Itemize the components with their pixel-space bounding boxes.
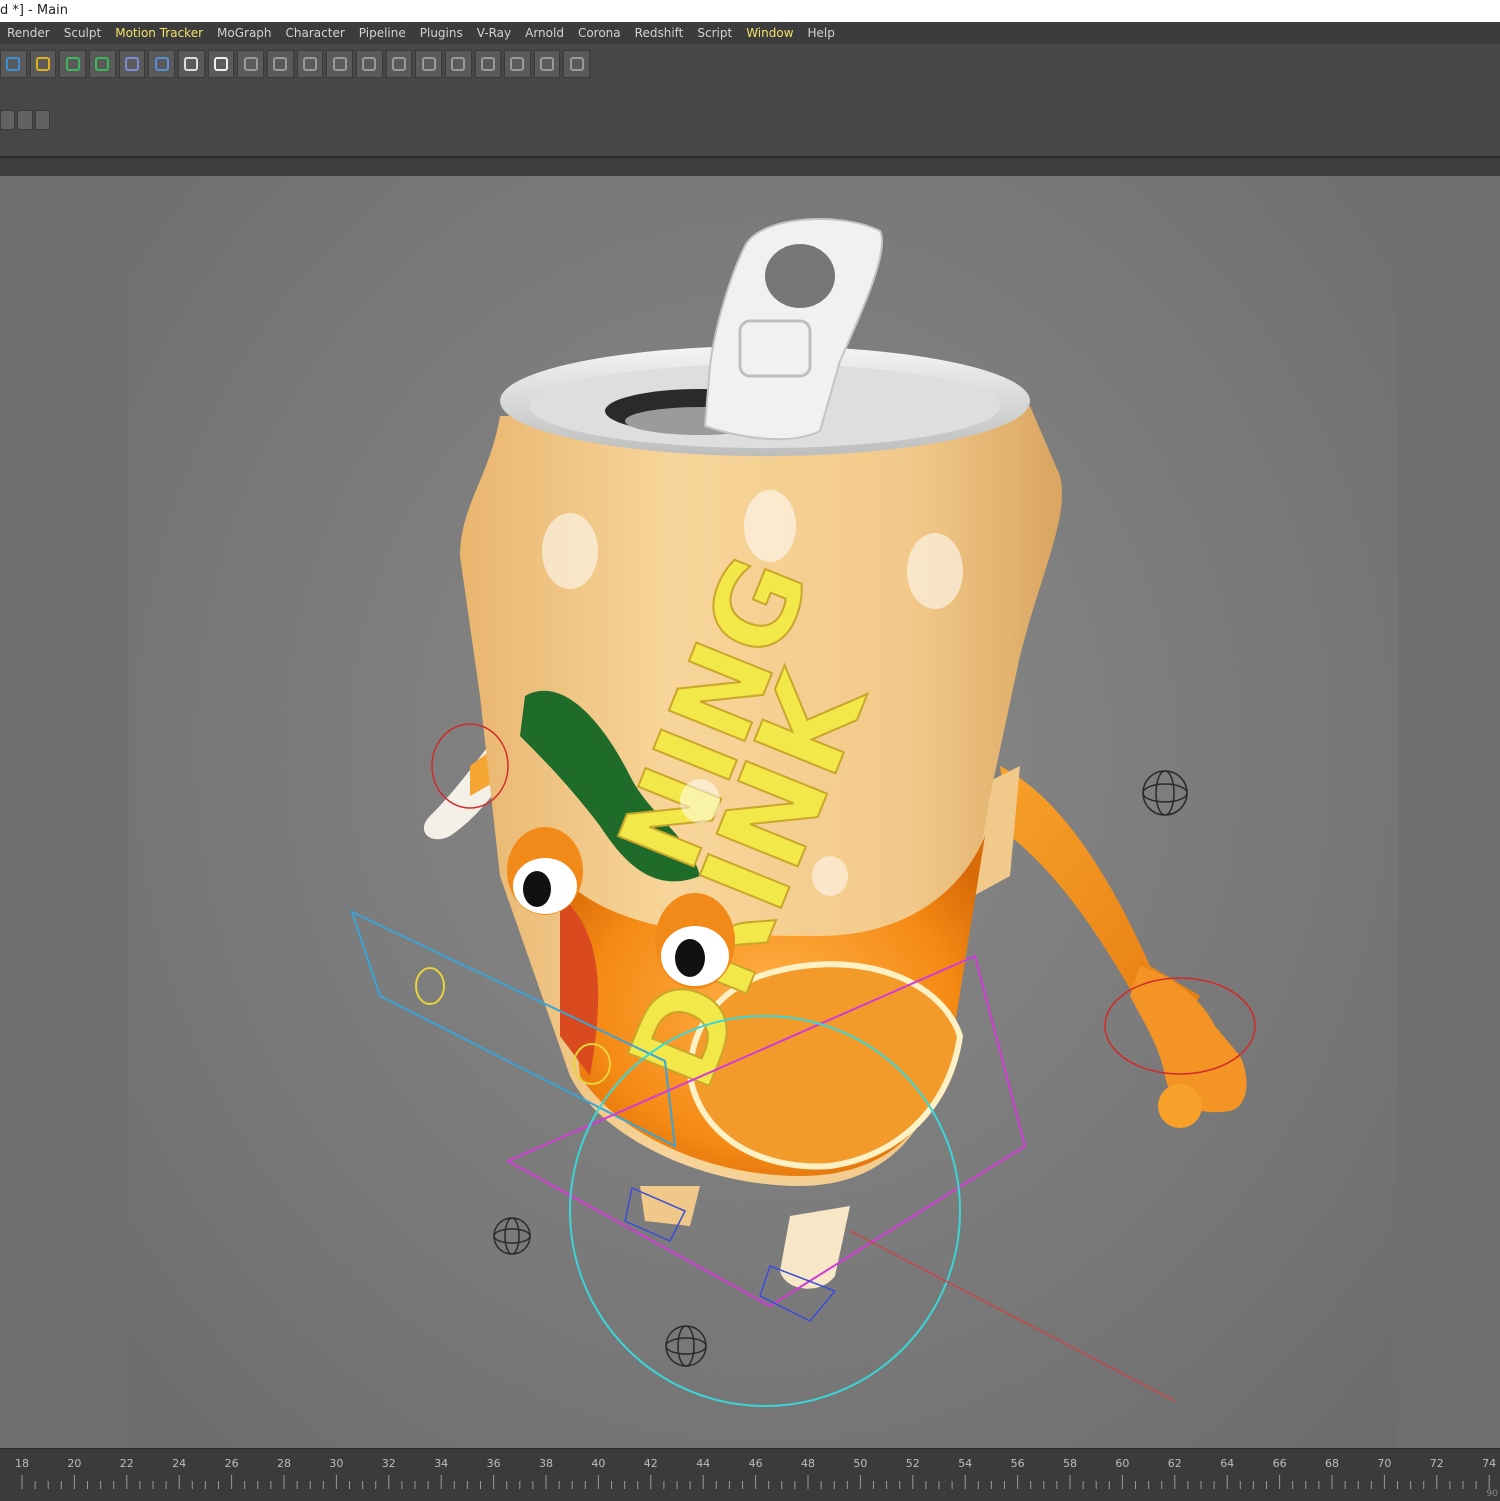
timeline-tick-label: 44 <box>696 1457 710 1470</box>
sub-tool-button[interactable] <box>34 110 50 130</box>
grid-icon[interactable] <box>474 50 502 78</box>
array-icon[interactable] <box>504 50 531 78</box>
can-body[interactable]: NING DRINK <box>460 406 1062 1186</box>
weight-icon[interactable] <box>415 50 442 78</box>
timeline-tick-label: 24 <box>172 1457 186 1470</box>
menu-mograph[interactable]: MoGraph <box>210 22 279 44</box>
light-icon[interactable] <box>207 50 235 78</box>
timeline-tick-label: 64 <box>1220 1457 1234 1470</box>
menu-sculpt[interactable]: Sculpt <box>57 22 108 44</box>
toolbar-area <box>0 44 1500 156</box>
window-title-bar: d *] - Main <box>0 0 1500 22</box>
timeline-tick-label: 22 <box>120 1457 134 1470</box>
timeline-tick-label: 18 <box>15 1457 29 1470</box>
timeline-tick-label: 40 <box>591 1457 605 1470</box>
main-toolbar <box>0 48 591 80</box>
window-title: d *] - Main <box>0 3 68 18</box>
sub-toolbar <box>0 110 50 132</box>
spline-icon[interactable] <box>326 50 353 78</box>
timeline-tick-label: 20 <box>67 1457 81 1470</box>
timeline-ruler[interactable]: 18 20 22 24 26 28 30 32 34 36 38 40 42 44 46 48 50 52 54 56… <box>0 1448 1500 1501</box>
end-frame-label: 90 <box>1486 1489 1498 1499</box>
timeline-tick-label: 26 <box>225 1457 239 1470</box>
timeline-tick-label: 32 <box>382 1457 396 1470</box>
timeline-tick-label: 36 <box>487 1457 501 1470</box>
matrix-icon[interactable] <box>533 50 561 78</box>
timeline-tick-label: 72 <box>1430 1457 1444 1470</box>
timeline-tick-label: 70 <box>1377 1457 1391 1470</box>
ik-icon[interactable] <box>385 50 413 78</box>
timeline-tick-label: 56 <box>1011 1457 1025 1470</box>
timeline-tick-label: 38 <box>539 1457 553 1470</box>
polygon-icon[interactable] <box>296 50 324 78</box>
timeline-tick-label: 58 <box>1063 1457 1077 1470</box>
menu-corona[interactable]: Corona <box>571 22 628 44</box>
timeline-tick-label: 30 <box>329 1457 343 1470</box>
timeline-tick-label: 74 <box>1482 1457 1496 1470</box>
timeline-tick-label: 48 <box>801 1457 815 1470</box>
menu-render[interactable]: Render <box>0 22 57 44</box>
timeline-tick-label: 34 <box>434 1457 448 1470</box>
timeline-tick-label: 50 <box>853 1457 867 1470</box>
cube-icon[interactable] <box>0 50 27 78</box>
sub-tool-button[interactable] <box>0 110 16 130</box>
camera-icon[interactable] <box>177 50 205 78</box>
subdivision-icon[interactable] <box>59 50 86 78</box>
timeline-tick-label: 46 <box>749 1457 763 1470</box>
viewport-header <box>0 158 1500 176</box>
timeline-tick-label: 42 <box>644 1457 658 1470</box>
right-eye[interactable] <box>655 893 735 989</box>
timeline-tick-label: 60 <box>1115 1457 1129 1470</box>
timeline-tick-label: 52 <box>906 1457 920 1470</box>
menu-script[interactable]: Script <box>690 22 739 44</box>
menu-help[interactable]: Help <box>801 22 842 44</box>
texture-grid-icon[interactable] <box>563 50 591 78</box>
sub-tool-button[interactable] <box>17 110 33 130</box>
menu-bar: Render Sculpt Motion Tracker MoGraph Charact… <box>0 22 1500 44</box>
menu-redshift[interactable]: Redshift <box>628 22 691 44</box>
left-eye[interactable] <box>507 827 583 915</box>
timeline-tick-label: 62 <box>1168 1457 1182 1470</box>
pen-icon[interactable] <box>29 50 57 78</box>
menu-plugins[interactable]: Plugins <box>413 22 470 44</box>
timeline-tick-label: 66 <box>1273 1457 1287 1470</box>
joint-icon[interactable] <box>355 50 383 78</box>
timeline-tick-label: 28 <box>277 1457 291 1470</box>
timeline-ticks: 18 20 22 24 26 28 30 32 34 36 38 40 42 44 46 48 50 52 54 56… <box>15 1457 1496 1489</box>
timeline-tick-label: 54 <box>958 1457 972 1470</box>
menu-arnold[interactable]: Arnold <box>518 22 571 44</box>
morph-icon[interactable] <box>444 50 472 78</box>
symmetry-icon[interactable] <box>266 50 294 78</box>
menu-window[interactable]: Window <box>739 22 800 44</box>
deformer-icon[interactable] <box>118 50 146 78</box>
scene-canvas[interactable]: NING DRINK <box>0 176 1500 1448</box>
timeline-tick-label: 68 <box>1325 1457 1339 1470</box>
menu-motion-tracker[interactable]: Motion Tracker <box>108 22 210 44</box>
floor-icon[interactable] <box>148 50 175 78</box>
menu-character[interactable]: Character <box>279 22 352 44</box>
cloner-icon[interactable] <box>88 50 116 78</box>
menu-v-ray[interactable]: V-Ray <box>470 22 518 44</box>
menu-pipeline[interactable]: Pipeline <box>352 22 413 44</box>
right-arm[interactable] <box>955 766 1247 1128</box>
3d-viewport[interactable]: NING DRINK <box>0 176 1500 1448</box>
object-snap-icon[interactable] <box>237 50 264 78</box>
